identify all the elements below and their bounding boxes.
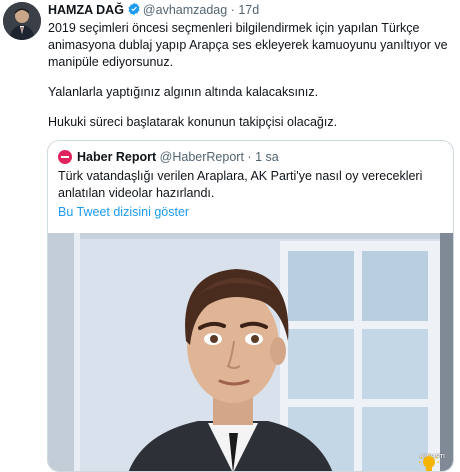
show-thread-link[interactable]: Bu Tweet dizisini göster [58,205,189,219]
author-handle[interactable]: @avhamzadag [143,3,227,17]
tweet-paragraph: 2019 seçimleri öncesi seçmenleri bilgile… [48,21,448,69]
quoted-tweet-time: 1 sa [255,150,279,164]
tweet-header: HAMZA DAĞ @avhamzadag · 17d [48,2,452,20]
tweet-paragraph: Hukuki süreci başlatarak konunun takipçi… [48,115,338,129]
quoted-tweet-card[interactable]: Haber Report @HaberReport · 1 sa Türk va… [47,140,454,472]
tweet-time[interactable]: 17d [238,3,259,17]
lightbulb-icon [419,454,439,471]
quoted-tweet-text: Türk vatandaşlığı verilen Araplara, AK P… [58,169,423,200]
ak-parti-logo: AK PARTİ [419,454,445,471]
quoted-video-media[interactable]: ​ AK PARTİ [48,233,453,471]
video-subtitle-caption: ​ [48,371,453,387]
quoted-separator: · [247,150,252,164]
tweet-body: 2019 seçimleri öncesi seçmenleri bilgile… [48,20,448,144]
quoted-author-name: Haber Report [77,150,157,164]
header-separator: · [230,3,235,17]
quoted-tweet-header: Haber Report @HaberReport · 1 sa [58,149,279,165]
quoted-author-handle: @HaberReport [159,150,244,164]
verified-badge-icon [127,2,141,20]
animation-frame-illustration [48,233,453,471]
author-name[interactable]: HAMZA DAĞ [48,3,124,17]
quoted-author-avatar [58,150,72,164]
author-avatar[interactable] [3,2,41,40]
tweet-paragraph: Yalanlarla yaptığınız algının altında ka… [48,85,319,99]
